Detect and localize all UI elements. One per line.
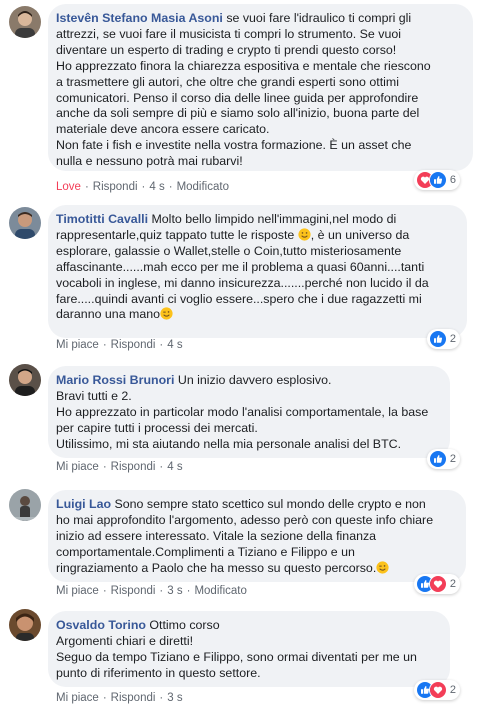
comment-timestamp[interactable]: 3 s: [167, 692, 182, 704]
reaction-count: 2: [449, 453, 456, 465]
comment-text: esplorare, galassie o Wallet,stelle o Co…: [56, 243, 402, 258]
like-button[interactable]: Mi piace: [56, 585, 99, 597]
reaction-summary[interactable]: 2: [426, 449, 460, 469]
comment-author[interactable]: Osvaldo Torino: [56, 618, 146, 632]
comment-author[interactable]: Mario Rossi Brunori: [56, 373, 174, 387]
edited-label[interactable]: Modificato: [177, 181, 229, 193]
like-button[interactable]: Mi piace: [56, 461, 99, 473]
avatar[interactable]: [9, 609, 41, 641]
comment-text: a trasmettere gli autori, che oltre che …: [56, 74, 399, 89]
comment-1: Istevên Stefano Masia Asoni se vuoi fare…: [0, 0, 488, 200]
comment-text: Ho apprezzato finora la chiarezza esposi…: [56, 58, 431, 73]
reaction-summary[interactable]: 2: [426, 329, 460, 349]
comment-text: Non fate i fish e investite nella vostra…: [56, 138, 412, 153]
heart-icon: [428, 681, 447, 699]
comment-text: Un inizio davvero esplosivo.: [174, 373, 332, 387]
comment-actions: Mi piace · Rispondi · 4 s: [56, 461, 183, 473]
comment-bubble: Timotitti Cavalli Molto bello limpido ne…: [48, 205, 467, 338]
comment-bubble: Luigi Lao Sono sempre stato scettico sul…: [48, 490, 466, 582]
heart-icon: [428, 575, 447, 593]
like-icon: [428, 330, 447, 348]
reaction-count: 2: [449, 333, 456, 345]
comment-text: daranno una mano: [56, 307, 161, 322]
comment-text: Sono sempre stato scettico sul mondo del…: [111, 497, 426, 511]
comment-text: comportamentale.Complimenti a Tiziano e …: [56, 544, 355, 559]
reply-button[interactable]: Rispondi: [111, 585, 156, 597]
avatar[interactable]: [9, 364, 41, 396]
comment-text: fare.....quindi avanti ci voglio essere.…: [56, 291, 422, 306]
reply-button[interactable]: Rispondi: [111, 692, 156, 704]
comment-author[interactable]: Luigi Lao: [56, 497, 111, 511]
edited-label[interactable]: Modificato: [194, 585, 246, 597]
reply-button[interactable]: Rispondi: [111, 339, 156, 351]
reaction-summary[interactable]: 2: [413, 680, 460, 700]
smile-emoji-icon: [298, 228, 311, 241]
comment-text: Argomenti chiari e diretti!: [56, 633, 194, 648]
like-button[interactable]: Mi piace: [56, 339, 99, 351]
comment-text: se vuoi fare l'idraulico ti compri gli: [222, 11, 412, 25]
comment-actions: Mi piace · Rispondi · 4 s: [56, 339, 183, 351]
comment-bubble: Istevên Stefano Masia Asoni se vuoi fare…: [48, 4, 473, 171]
comment-text: ho mai approfondito l'argomento, adesso …: [56, 512, 434, 527]
comment-text: Molto bello limpido nell'immagini,nel mo…: [148, 212, 397, 226]
comment-text: attrezzi, se vuoi fare il musicista ti c…: [56, 26, 401, 41]
comment-actions: Mi piace · Rispondi · 3 s · Modificato: [56, 585, 247, 597]
reply-button[interactable]: Rispondi: [93, 181, 138, 193]
comment-timestamp[interactable]: 3 s: [167, 585, 182, 597]
reaction-count: 2: [449, 684, 456, 696]
avatar[interactable]: [9, 207, 41, 239]
comment-text: Ho apprezzato in particolar modo l'anali…: [56, 404, 429, 419]
comment-text: inizio ad essere interessato. Vitale la …: [56, 528, 377, 543]
avatar[interactable]: [9, 489, 41, 521]
like-button[interactable]: Mi piace: [56, 692, 99, 704]
wink-emoji-icon: [160, 307, 173, 321]
comment-text: comunicatori. Penso il corso dia delle l…: [56, 90, 419, 105]
comment-text: per capire tutti i processi dei mercati.: [56, 420, 258, 435]
comment-text: Seguo da tempo Tiziano e Filippo, sono o…: [56, 649, 417, 664]
reaction-summary[interactable]: 2: [413, 574, 460, 594]
avatar[interactable]: [9, 6, 41, 38]
comment-text: nulla e nessuno potrà mai rubarvi!: [56, 154, 243, 169]
comment-text: Utilissimo, mi sta aiutando nella mia pe…: [56, 436, 402, 451]
wink-emoji-icon: [376, 561, 389, 574]
comment-author[interactable]: Timotitti Cavalli: [56, 212, 148, 226]
comment-author[interactable]: Istevên Stefano Masia Asoni: [56, 11, 223, 25]
reaction-count: 2: [449, 578, 456, 590]
comment-bubble: Mario Rossi Brunori Un inizio davvero es…: [48, 366, 450, 458]
comment-5: Osvaldo Torino Ottimo corso Argomenti ch…: [0, 605, 488, 714]
love-button[interactable]: Love: [56, 181, 81, 193]
comment-actions: Mi piace · Rispondi · 3 s: [56, 692, 183, 704]
comment-text: diventare un esperto di trading e crypto…: [56, 42, 397, 57]
comment-text: affascinante......mah ecco per me il pro…: [56, 259, 425, 274]
comment-text: Bravi tutti e 2.: [56, 388, 132, 403]
comment-text: Ottimo corso: [145, 618, 220, 632]
comment-timestamp[interactable]: 4 s: [167, 461, 182, 473]
like-icon: [428, 171, 447, 189]
comment-timestamp[interactable]: 4 s: [167, 339, 182, 351]
comment-text: rappresentarle,quiz tappato tutte le ris…: [56, 227, 298, 242]
like-icon: [428, 450, 447, 468]
reply-button[interactable]: Rispondi: [111, 461, 156, 473]
comment-text: ringraziamento a Paolo che ha messo su q…: [56, 560, 377, 575]
comment-text: anche da soli sempre di più e siamo solo…: [56, 106, 420, 121]
comment-text: materiale deve ancora essere caricato.: [56, 122, 270, 137]
comment-timestamp[interactable]: 4 s: [149, 181, 164, 193]
reaction-summary[interactable]: 6: [413, 170, 460, 190]
comment-text: , è un universo da: [310, 227, 410, 242]
comment-4: Luigi Lao Sono sempre stato scettico sul…: [0, 485, 488, 605]
comment-2: Timotitti Cavalli Molto bello limpido ne…: [0, 200, 488, 360]
comment-text: punto di riferimento in questo settore.: [56, 665, 261, 680]
comment-actions: Love · Rispondi · 4 s · Modificato: [56, 181, 229, 193]
comment-bubble: Osvaldo Torino Ottimo corso Argomenti ch…: [48, 611, 450, 687]
comment-3: Mario Rossi Brunori Un inizio davvero es…: [0, 360, 488, 485]
reaction-count: 6: [449, 174, 456, 186]
comment-text: vocaboli in inglese, mi danno insicurezz…: [56, 275, 429, 290]
